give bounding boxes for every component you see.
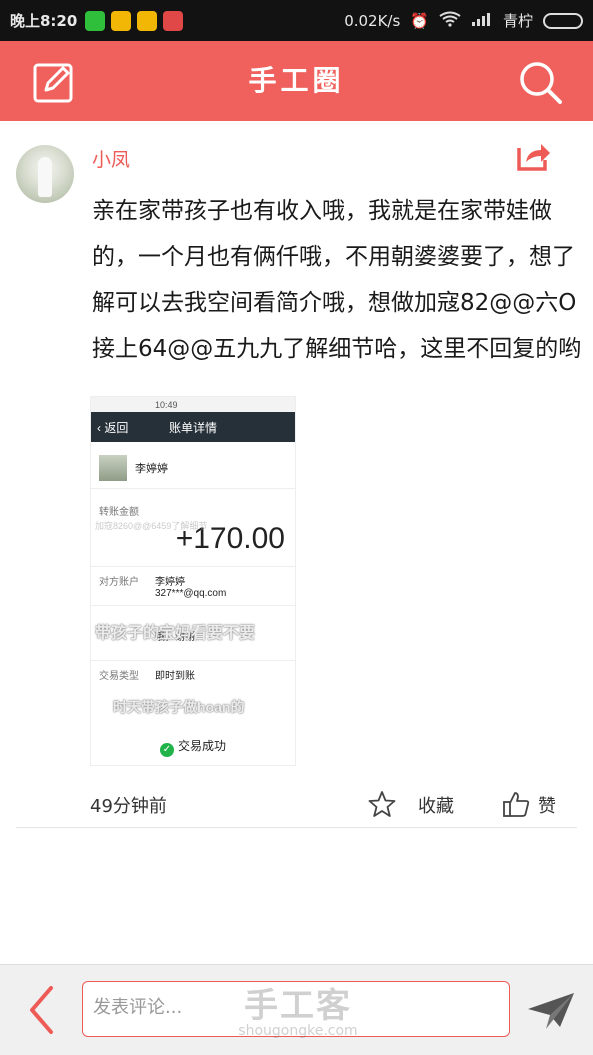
edit-icon[interactable]: [32, 60, 76, 104]
alarm-icon: ⏰: [410, 11, 429, 30]
wechat-notification-icon: [85, 10, 106, 31]
star-icon[interactable]: [368, 790, 396, 818]
divider: [16, 827, 577, 828]
amount-label: 转账金额: [99, 507, 139, 518]
receipt-back: ‹ 返回: [97, 420, 129, 435]
app-notification-icon: [163, 10, 184, 31]
qq-notification-icon: [111, 10, 132, 31]
app-header: 手工圈: [0, 41, 593, 121]
receipt-nav: ‹ 返回 账单详情: [91, 412, 295, 442]
thumbs-up-icon[interactable]: [502, 790, 530, 818]
brand-watermark: 手工客 shougongke.com: [238, 986, 358, 1039]
carrier-name: 青柠: [502, 12, 533, 30]
post-meta: 49分钟前 收藏 赞: [0, 786, 593, 826]
watermark-text: 加寇8260@@6459了解细节: [95, 521, 208, 531]
counterparty-row: 对方账户 李婷婷 327***@qq.com: [91, 566, 295, 605]
status-bar: 晚上8:20 0.02K/s ⏰ 青柠: [0, 0, 593, 41]
type-row: 交易类型 即时到账: [91, 660, 295, 688]
status-time: 晚上8:20: [10, 12, 78, 30]
check-icon: ✓: [159, 743, 174, 757]
like-button[interactable]: 赞: [538, 792, 556, 818]
payer-avatar: [99, 455, 127, 481]
signal-icon: [471, 11, 493, 31]
search-icon[interactable]: [517, 59, 563, 105]
watermark-text: 时天带孩子做hoan的: [113, 699, 245, 715]
qq-notification-icon: [137, 10, 158, 31]
avatar[interactable]: [16, 145, 74, 203]
receipt-status-bar: 10:49: [91, 397, 295, 412]
send-icon[interactable]: [526, 989, 576, 1031]
back-arrow-icon[interactable]: [26, 985, 56, 1035]
favorite-button[interactable]: 收藏: [418, 792, 454, 818]
author-name[interactable]: 小凤: [92, 145, 130, 172]
post-image[interactable]: 10:49 ‹ 返回 账单详情 李婷婷 转账金额 +170.00 对方账户 李婷…: [90, 396, 296, 766]
transaction-success: ✓ 交易成功: [91, 737, 295, 757]
post-content: 亲在家带孩子也有收入哦，我就是在家带娃做的，一个月也有俩仟哦，不用朝婆婆要了，想…: [92, 198, 582, 362]
watermark-text: 带孩子的宝妈看要不要: [95, 625, 256, 642]
page-title: 手工圈: [248, 64, 345, 97]
share-icon[interactable]: [516, 140, 552, 172]
battery-icon: [543, 12, 583, 29]
receipt-time: 10:49: [155, 399, 178, 410]
post-time: 49分钟前: [90, 796, 167, 817]
wifi-icon: [439, 11, 461, 31]
network-speed: 0.02K/s: [344, 11, 401, 30]
receipt-payer: 李婷婷: [91, 448, 295, 489]
